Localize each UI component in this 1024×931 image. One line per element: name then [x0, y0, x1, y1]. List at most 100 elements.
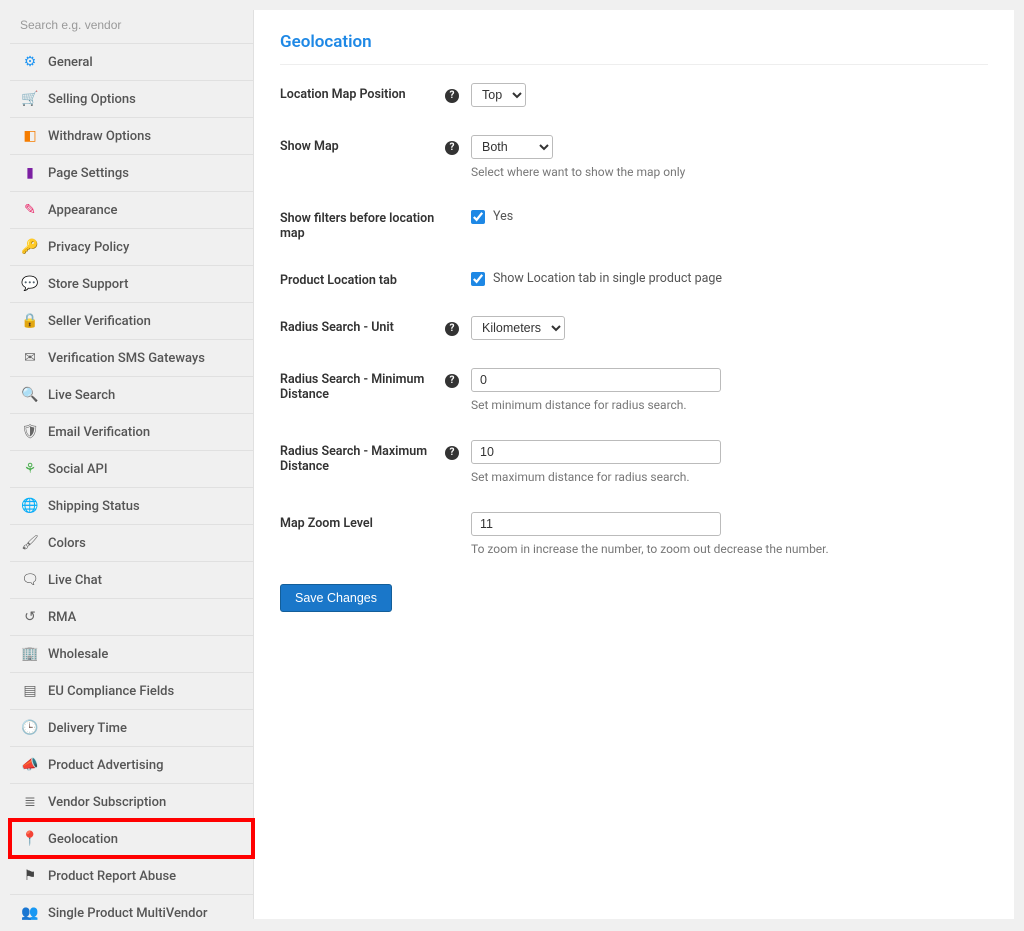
- sidebar-item-verification-sms[interactable]: ✉ Verification SMS Gateways: [10, 339, 253, 376]
- sidebar-item-label: Email Verification: [48, 425, 150, 440]
- sidebar-item-vendor-subscription[interactable]: ≣ Vendor Subscription: [10, 783, 253, 820]
- sidebar-item-label: Selling Options: [48, 92, 136, 107]
- sidebar-item-label: Withdraw Options: [48, 129, 151, 144]
- radius-min-input[interactable]: [471, 368, 721, 392]
- field-description: Set maximum distance for radius search.: [471, 470, 988, 484]
- show-filters-checkbox[interactable]: [471, 210, 485, 224]
- field-show-filters: Show filters before location map Yes: [280, 207, 988, 241]
- field-zoom-level: Map Zoom Level To zoom in increase the n…: [280, 512, 988, 556]
- globe-icon: 🌐: [22, 498, 38, 514]
- help-icon[interactable]: ?: [445, 89, 459, 103]
- sidebar-item-label: Appearance: [48, 203, 117, 218]
- undo-icon: ↺: [22, 609, 38, 625]
- field-label: Radius Search - Unit: [280, 316, 445, 335]
- field-label: Show filters before location map: [280, 207, 445, 241]
- sidebar-item-label: Live Search: [48, 388, 115, 403]
- sidebar-item-social-api[interactable]: ⚘ Social API: [10, 450, 253, 487]
- sidebar-item-product-advertising[interactable]: 📣 Product Advertising: [10, 746, 253, 783]
- settings-panel: Geolocation Location Map Position ? Top …: [253, 10, 1014, 919]
- sidebar-item-shipping-status[interactable]: 🌐 Shipping Status: [10, 487, 253, 524]
- page-title: Geolocation: [280, 32, 988, 65]
- sidebar-item-label: Seller Verification: [48, 314, 151, 329]
- field-radius-max: Radius Search - Maximum Distance ? Set m…: [280, 440, 988, 484]
- page-icon: ▮: [22, 165, 38, 181]
- sidebar-item-eu-compliance[interactable]: ▤ EU Compliance Fields: [10, 672, 253, 709]
- location-map-position-select[interactable]: Top: [471, 83, 526, 107]
- field-description: Select where want to show the map only: [471, 165, 988, 179]
- sidebar-item-store-support[interactable]: 💬 Store Support: [10, 265, 253, 302]
- cart-icon: 🛒: [22, 91, 38, 107]
- sidebar-item-geolocation[interactable]: 📍 Geolocation: [10, 820, 253, 857]
- field-label: Radius Search - Maximum Distance: [280, 440, 445, 474]
- search-icon: 🔍: [22, 387, 38, 403]
- zoom-level-input[interactable]: [471, 512, 721, 536]
- gear-icon: ⚙: [22, 54, 38, 70]
- brush-icon: 🖌: [22, 535, 38, 551]
- search-input[interactable]: [20, 18, 243, 32]
- field-label: Product Location tab: [280, 269, 445, 288]
- sidebar-item-email-verification[interactable]: 🛡 Email Verification: [10, 413, 253, 450]
- sidebar-item-selling-options[interactable]: 🛒 Selling Options: [10, 80, 253, 117]
- save-changes-button[interactable]: Save Changes: [280, 584, 392, 612]
- key-icon: 🔑: [22, 239, 38, 255]
- sidebar-item-label: Colors: [48, 536, 86, 551]
- sidebar-item-label: RMA: [48, 610, 76, 625]
- sidebar-item-product-report-abuse[interactable]: ⚑ Product Report Abuse: [10, 857, 253, 894]
- sidebar-item-label: Delivery Time: [48, 721, 127, 736]
- sidebar-item-label: Vendor Subscription: [48, 795, 166, 810]
- sidebar-item-live-chat[interactable]: 🗨 Live Chat: [10, 561, 253, 598]
- sidebar-item-privacy-policy[interactable]: 🔑 Privacy Policy: [10, 228, 253, 265]
- radius-unit-select[interactable]: Kilometers: [471, 316, 565, 340]
- help-icon[interactable]: ?: [445, 374, 459, 388]
- clock-icon: 🕒: [22, 720, 38, 736]
- sidebar-item-seller-verification[interactable]: 🔒 Seller Verification: [10, 302, 253, 339]
- sidebar-item-colors[interactable]: 🖌 Colors: [10, 524, 253, 561]
- sidebar-search: [10, 10, 253, 43]
- show-map-select[interactable]: Both: [471, 135, 553, 159]
- sidebar-item-general[interactable]: ⚙ General: [10, 43, 253, 80]
- flag-icon: ⚑: [22, 868, 38, 884]
- product-location-tab-checkbox[interactable]: [471, 272, 485, 286]
- building-icon: 🏢: [22, 646, 38, 662]
- sidebar-item-label: Geolocation: [48, 832, 118, 847]
- help-icon[interactable]: ?: [445, 446, 459, 460]
- sidebar-item-label: EU Compliance Fields: [48, 684, 174, 699]
- field-label: Radius Search - Minimum Distance: [280, 368, 445, 402]
- sidebar-item-label: Live Chat: [48, 573, 102, 588]
- sidebar-item-label: Single Product MultiVendor: [48, 906, 207, 921]
- sidebar-item-label: Privacy Policy: [48, 240, 129, 255]
- field-location-map-position: Location Map Position ? Top: [280, 83, 988, 107]
- pin-icon: 📍: [22, 831, 38, 847]
- sidebar-item-wholesale[interactable]: 🏢 Wholesale: [10, 635, 253, 672]
- settings-sidebar: ⚙ General 🛒 Selling Options ◧ Withdraw O…: [10, 10, 253, 919]
- sidebar-item-label: General: [48, 55, 93, 70]
- sidebar-item-label: Product Report Abuse: [48, 869, 176, 884]
- help-icon[interactable]: ?: [445, 322, 459, 336]
- field-radius-unit: Radius Search - Unit ? Kilometers: [280, 316, 988, 340]
- checkbox-label: Show Location tab in single product page: [493, 271, 722, 286]
- field-description: To zoom in increase the number, to zoom …: [471, 542, 988, 556]
- comments-icon: 🗨: [22, 572, 38, 588]
- help-icon[interactable]: ?: [445, 141, 459, 155]
- sidebar-item-page-settings[interactable]: ▮ Page Settings: [10, 154, 253, 191]
- list-icon: ≣: [22, 794, 38, 810]
- lock-icon: 🔒: [22, 313, 38, 329]
- sidebar-item-withdraw-options[interactable]: ◧ Withdraw Options: [10, 117, 253, 154]
- sidebar-item-label: Wholesale: [48, 647, 108, 662]
- sidebar-item-appearance[interactable]: ✎ Appearance: [10, 191, 253, 228]
- withdraw-icon: ◧: [22, 128, 38, 144]
- shield-icon: 🛡: [22, 424, 38, 440]
- field-radius-min: Radius Search - Minimum Distance ? Set m…: [280, 368, 988, 412]
- envelope-icon: ✉: [22, 350, 38, 366]
- sidebar-item-rma[interactable]: ↺ RMA: [10, 598, 253, 635]
- sidebar-item-delivery-time[interactable]: 🕒 Delivery Time: [10, 709, 253, 746]
- radius-max-input[interactable]: [471, 440, 721, 464]
- sidebar-item-single-product-multivendor[interactable]: 👥 Single Product MultiVendor: [10, 894, 253, 931]
- field-description: Set minimum distance for radius search.: [471, 398, 988, 412]
- appearance-icon: ✎: [22, 202, 38, 218]
- sidebar-item-label: Product Advertising: [48, 758, 163, 773]
- field-label: Map Zoom Level: [280, 512, 445, 531]
- chat-icon: 💬: [22, 276, 38, 292]
- id-icon: ▤: [22, 683, 38, 699]
- sidebar-item-live-search[interactable]: 🔍 Live Search: [10, 376, 253, 413]
